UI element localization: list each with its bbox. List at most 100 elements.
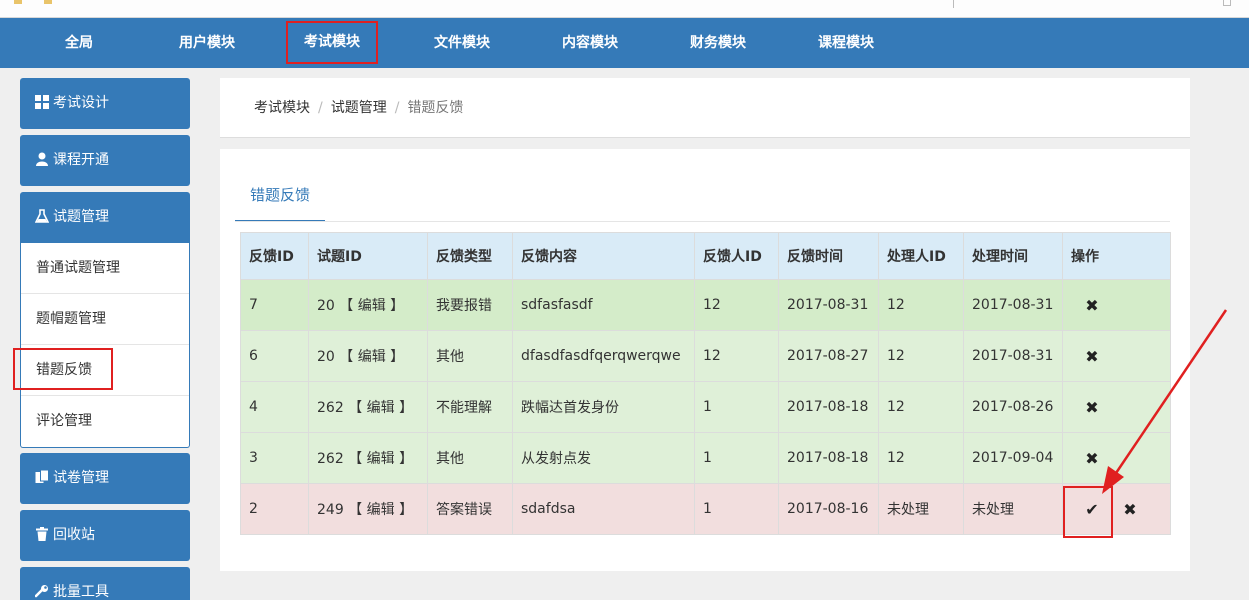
nav-item-finance[interactable]: 财务模块 <box>672 18 764 68</box>
close-icon[interactable]: ✖ <box>1081 296 1103 315</box>
submenu-item-cap-questions[interactable]: 题帽题管理 <box>21 294 189 345</box>
sidebar-item-course-open[interactable]: 课程开通 <box>20 135 190 186</box>
cell-feedback-id: 6 <box>240 330 309 382</box>
favicon-fragment <box>14 0 22 4</box>
breadcrumb-item-questions[interactable]: 试题管理 <box>331 100 387 116</box>
cell-user-id: 1 <box>694 483 779 535</box>
cell-handle-time: 2017-09-04 <box>963 432 1063 484</box>
close-icon[interactable]: ✖ <box>1119 500 1141 519</box>
sidebar-item-label: 试卷管理 <box>53 470 109 486</box>
tab-error-feedback[interactable]: 错题反馈 <box>235 173 325 222</box>
cell-feedback-type: 其他 <box>427 432 513 484</box>
favicon-fragment <box>44 0 52 4</box>
cell-user-id: 1 <box>694 432 779 484</box>
nav-item-users[interactable]: 用户模块 <box>161 18 253 68</box>
column-header: 反馈时间 <box>778 232 879 280</box>
column-header: 操作 <box>1062 232 1171 280</box>
cell-actions: ✖ <box>1062 279 1171 331</box>
browser-chrome-strip <box>0 0 1249 18</box>
cell-handle-time: 2017-08-26 <box>963 381 1063 433</box>
cell-user-id: 12 <box>694 330 779 382</box>
breadcrumb-item-current: 错题反馈 <box>407 100 464 116</box>
cell-feedback-id: 4 <box>240 381 309 433</box>
table-row: 7 20 【 编辑 】 我要报错 sdfasfasdf 12 2017-08-3… <box>240 279 1171 331</box>
sidebar-item-batch-tools[interactable]: 批量工具 <box>20 567 190 600</box>
cell-feedback-content: 跌幅达首发身份 <box>512 381 695 433</box>
cell-user-id: 1 <box>694 381 779 433</box>
cell-handler-id: 12 <box>878 432 964 484</box>
nav-item-exam[interactable]: 考试模块 <box>286 21 378 64</box>
cell-question-id: 249 【 编辑 】 <box>308 483 428 535</box>
cell-question-id: 262 【 编辑 】 <box>308 432 428 484</box>
edit-link[interactable]: 【 编辑 】 <box>348 502 413 518</box>
edit-link[interactable]: 【 编辑 】 <box>348 451 413 467</box>
wrench-icon <box>35 585 48 598</box>
cell-feedback-type: 不能理解 <box>427 381 513 433</box>
nav-item-global[interactable]: 全局 <box>33 18 125 68</box>
top-navigation: 全局 用户模块 考试模块 文件模块 内容模块 财务模块 课程模块 <box>0 18 1249 68</box>
cell-feedback-type: 其他 <box>427 330 513 382</box>
cell-feedback-time: 2017-08-18 <box>778 381 879 433</box>
cell-feedback-id: 7 <box>240 279 309 331</box>
user-icon <box>36 152 48 166</box>
cell-feedback-content: sdfasfasdf <box>512 279 695 331</box>
cell-handler-id: 12 <box>878 279 964 331</box>
breadcrumb-item-exam[interactable]: 考试模块 <box>254 100 310 116</box>
close-icon[interactable]: ✖ <box>1081 398 1103 417</box>
cell-question-id: 20 【 编辑 】 <box>308 330 428 382</box>
table-row: 2 249 【 编辑 】 答案错误 sdafdsa 1 2017-08-16 未… <box>240 483 1171 535</box>
cell-user-id: 12 <box>694 279 779 331</box>
cell-feedback-time: 2017-08-27 <box>778 330 879 382</box>
sidebar-item-label: 试题管理 <box>53 209 109 225</box>
nav-item-content[interactable]: 内容模块 <box>544 18 636 68</box>
cell-handle-time: 2017-08-31 <box>963 330 1063 382</box>
copy-icon <box>35 470 49 483</box>
sidebar-item-question-mgmt[interactable]: 试题管理 <box>20 192 190 243</box>
trash-icon <box>36 527 48 541</box>
table-row: 4 262 【 编辑 】 不能理解 跌幅达首发身份 1 2017-08-18 1… <box>240 381 1171 433</box>
tab-divider <box>235 221 1170 222</box>
submenu-item-normal-questions[interactable]: 普通试题管理 <box>21 243 189 294</box>
question-id: 20 <box>317 349 335 365</box>
cell-feedback-type: 答案错误 <box>427 483 513 535</box>
close-icon[interactable]: ✖ <box>1081 347 1103 366</box>
sidebar-item-exam-design[interactable]: 考试设计 <box>20 78 190 129</box>
edit-link[interactable]: 【 编辑 】 <box>339 298 404 314</box>
grid-icon <box>35 95 49 109</box>
table-row: 3 262 【 编辑 】 其他 从发射点发 1 2017-08-18 12 20… <box>240 432 1171 484</box>
flask-icon <box>35 209 49 223</box>
column-header: 反馈人ID <box>694 232 779 280</box>
cell-feedback-content: sdafdsa <box>512 483 695 535</box>
cell-feedback-id: 3 <box>240 432 309 484</box>
edit-link[interactable]: 【 编辑 】 <box>339 349 404 365</box>
sidebar-item-label: 回收站 <box>53 527 95 543</box>
scroll-up-button[interactable] <box>1223 0 1231 6</box>
sidebar-item-label: 考试设计 <box>53 95 109 111</box>
question-id: 262 <box>317 451 344 467</box>
nav-item-files[interactable]: 文件模块 <box>416 18 508 68</box>
column-header: 反馈内容 <box>512 232 695 280</box>
chrome-divider <box>953 0 954 8</box>
column-header: 试题ID <box>308 232 428 280</box>
cell-handler-id: 未处理 <box>878 483 964 535</box>
cell-actions: ✖ <box>1062 330 1171 382</box>
nav-item-courses[interactable]: 课程模块 <box>800 18 892 68</box>
content-panel: 错题反馈 反馈ID 试题ID 反馈类型 反馈内容 反馈人ID 反馈时间 处理人I… <box>220 149 1190 571</box>
sidebar-item-recycle-bin[interactable]: 回收站 <box>20 510 190 561</box>
column-header: 反馈类型 <box>427 232 513 280</box>
sidebar-item-label: 批量工具 <box>53 584 109 600</box>
submenu-item-comments[interactable]: 评论管理 <box>21 396 189 447</box>
edit-link[interactable]: 【 编辑 】 <box>348 400 413 416</box>
cell-handler-id: 12 <box>878 330 964 382</box>
sidebar-submenu: 普通试题管理 题帽题管理 错题反馈 评论管理 <box>20 243 190 448</box>
table-row: 6 20 【 编辑 】 其他 dfasdfasdfqerqwerqwe 12 2… <box>240 330 1171 382</box>
sidebar-item-paper-mgmt[interactable]: 试卷管理 <box>20 453 190 504</box>
cell-feedback-time: 2017-08-18 <box>778 432 879 484</box>
cell-actions: ✖ <box>1062 432 1171 484</box>
cell-feedback-content: 从发射点发 <box>512 432 695 484</box>
cell-feedback-id: 2 <box>240 483 309 535</box>
close-icon[interactable]: ✖ <box>1081 449 1103 468</box>
breadcrumb: 考试模块 / 试题管理 / 错题反馈 <box>254 78 463 138</box>
highlight-box-approve <box>1063 486 1113 538</box>
feedback-table: 反馈ID 试题ID 反馈类型 反馈内容 反馈人ID 反馈时间 处理人ID 处理时… <box>240 232 1171 535</box>
